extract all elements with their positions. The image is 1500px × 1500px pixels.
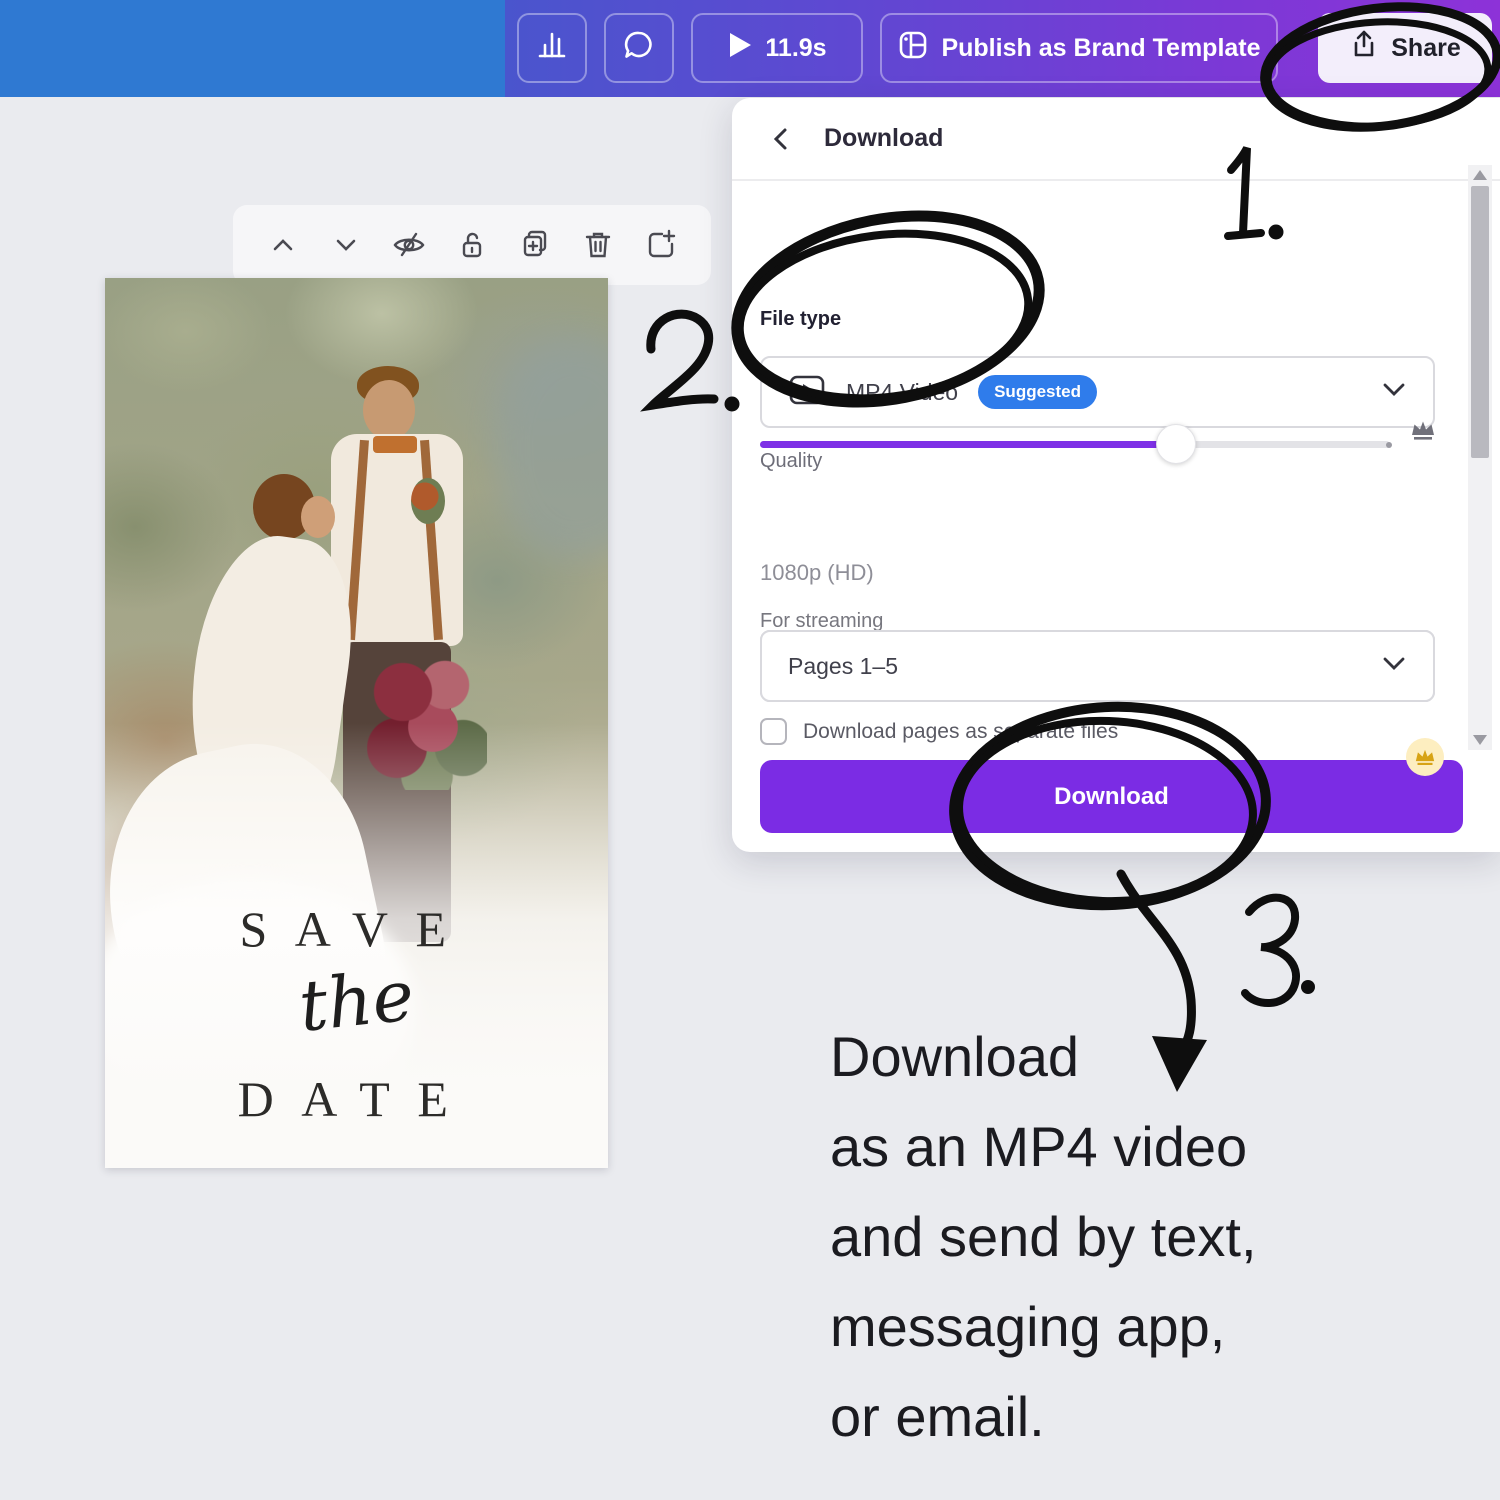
pages-value: Pages 1–5: [788, 653, 898, 680]
premium-crown-badge: [1406, 738, 1444, 776]
add-page-icon[interactable]: [643, 227, 679, 263]
play-button[interactable]: 11.9s: [691, 13, 863, 83]
panel-title: Download: [824, 124, 943, 153]
duration-label: 11.9s: [765, 34, 826, 63]
caption-line: Download: [830, 1012, 1257, 1102]
share-button[interactable]: Share: [1318, 13, 1492, 83]
back-chevron-icon[interactable]: [770, 126, 796, 152]
share-upload-icon: [1349, 29, 1379, 68]
caption-line: and send by text,: [830, 1192, 1257, 1282]
comments-button[interactable]: [604, 13, 674, 83]
panel-scrollbar[interactable]: [1468, 165, 1492, 750]
file-type-value: MP4 Video: [846, 379, 958, 406]
toolbar-blue-segment: [0, 0, 505, 97]
chevron-down-icon: [1381, 381, 1407, 404]
duplicate-page-icon[interactable]: [517, 227, 553, 263]
caption-line: or email.: [830, 1372, 1257, 1462]
step3-number: [1245, 898, 1296, 1003]
file-type-dropdown[interactable]: MP4 Video Suggested: [760, 356, 1435, 428]
download-panel: Download File type MP4 Video Suggested Q…: [732, 98, 1500, 852]
step2-number: [651, 314, 714, 405]
chevron-down-icon: [1381, 655, 1407, 678]
brand-template-icon: [897, 29, 929, 68]
pages-dropdown[interactable]: Pages 1–5: [760, 630, 1435, 702]
slider-fill: [760, 441, 1160, 448]
separate-files-label: Download pages as separate files: [803, 720, 1118, 744]
file-type-label: File type: [760, 308, 841, 331]
unlock-icon[interactable]: [454, 227, 490, 263]
comment-icon: [622, 28, 656, 69]
move-page-down-icon[interactable]: [328, 227, 364, 263]
separate-files-checkbox[interactable]: [760, 718, 787, 745]
video-file-icon: [788, 374, 826, 411]
slider-thumb[interactable]: [1156, 424, 1196, 464]
design-page-canvas[interactable]: SAVE the DATE: [105, 278, 608, 1168]
separate-files-row[interactable]: Download pages as separate files: [760, 718, 1118, 745]
premium-crown-icon: [1410, 418, 1436, 447]
quality-value: 1080p (HD): [760, 560, 874, 586]
panel-header: Download: [732, 98, 1500, 181]
stats-icon: [535, 28, 569, 69]
move-page-up-icon[interactable]: [265, 227, 301, 263]
quality-slider[interactable]: [760, 424, 1390, 464]
design-title-date: DATE: [105, 1070, 608, 1128]
scrollbar-thumb[interactable]: [1471, 186, 1489, 458]
caption-line: as an MP4 video: [830, 1102, 1257, 1192]
publish-brand-template-button[interactable]: Publish as Brand Template: [880, 13, 1278, 83]
canva-editor-screenshot: 11.9s Publish as Brand Template Share: [0, 0, 1500, 1500]
delete-page-icon[interactable]: [580, 227, 616, 263]
tutorial-caption: Download as an MP4 video and send by tex…: [830, 1012, 1257, 1462]
slider-end-dot: [1386, 442, 1392, 448]
top-toolbar: 11.9s Publish as Brand Template Share: [0, 0, 1500, 97]
caption-line: messaging app,: [830, 1282, 1257, 1372]
publish-label: Publish as Brand Template: [941, 34, 1260, 63]
scroll-up-arrow-icon[interactable]: [1473, 170, 1487, 180]
share-label: Share: [1391, 34, 1460, 63]
download-button[interactable]: Download: [760, 760, 1463, 833]
suggested-badge: Suggested: [978, 375, 1097, 409]
play-icon: [727, 31, 753, 66]
insights-button[interactable]: [517, 13, 587, 83]
page-controls-toolbar: [233, 205, 711, 285]
hide-page-icon[interactable]: [391, 227, 427, 263]
scroll-down-arrow-icon[interactable]: [1473, 735, 1487, 745]
